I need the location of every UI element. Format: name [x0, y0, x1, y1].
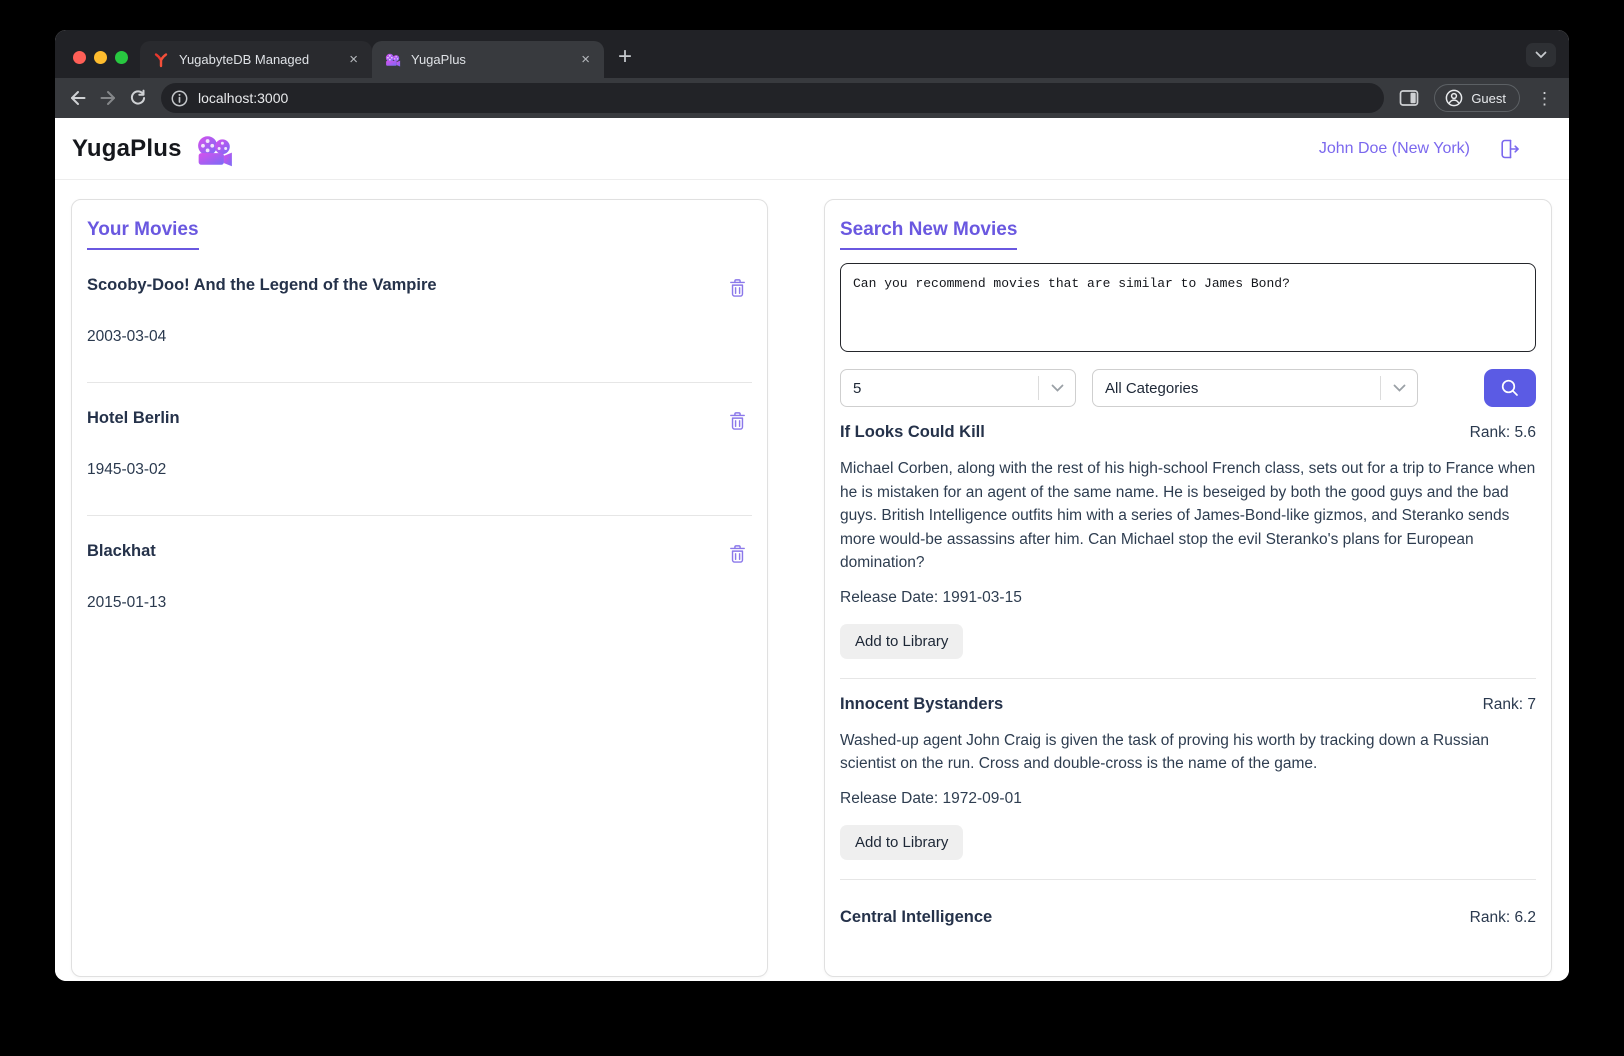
- profile-button[interactable]: Guest: [1434, 84, 1520, 112]
- search-title: Search New Movies: [840, 219, 1017, 250]
- tab-strip: YugabyteDB Managed × YugaPlus × +: [55, 30, 1569, 78]
- result-release-date: Release Date: 1972-09-01: [840, 790, 1536, 808]
- side-panel-icon: [1399, 89, 1419, 107]
- app-header: YugaPlus John Doe (New York): [55, 118, 1569, 180]
- list-item: Scooby-Doo! And the Legend of the Vampir…: [87, 250, 752, 383]
- reload-button[interactable]: [123, 83, 153, 113]
- projector-icon: [196, 135, 234, 167]
- result-title: If Looks Could Kill: [840, 423, 985, 442]
- info-icon: [170, 89, 189, 108]
- browser-menu-button[interactable]: ⋮: [1530, 86, 1559, 111]
- movie-title: Blackhat: [87, 542, 156, 561]
- tab-title: YugaPlus: [411, 52, 567, 67]
- list-item: Blackhat 2015-01-13: [87, 516, 752, 648]
- result-rank: Rank: 6.2: [1470, 909, 1536, 927]
- new-tab-button[interactable]: +: [618, 45, 632, 69]
- add-to-library-button[interactable]: Add to Library: [840, 825, 963, 860]
- search-query-input[interactable]: Can you recommend movies that are simila…: [840, 263, 1536, 352]
- result-rank: Rank: 5.6: [1470, 424, 1536, 442]
- search-button[interactable]: [1484, 369, 1536, 407]
- guest-icon: [1444, 88, 1464, 108]
- logout-icon: [1497, 137, 1521, 161]
- chevron-down-icon: [1393, 384, 1406, 393]
- result-release-date: Release Date: 1991-03-15: [840, 589, 1536, 607]
- search-result: Innocent Bystanders Rank: 7 Washed-up ag…: [840, 679, 1536, 880]
- trash-icon: [727, 276, 748, 299]
- close-icon[interactable]: ×: [577, 50, 594, 69]
- chevron-down-icon: [1535, 51, 1547, 59]
- category-select[interactable]: All Categories: [1092, 369, 1418, 407]
- tab-yugaplus[interactable]: YugaPlus ×: [372, 41, 604, 78]
- your-movies-panel: Your Movies Scooby-Doo! And the Legend o…: [71, 199, 768, 977]
- search-icon: [1499, 377, 1521, 399]
- movie-release-date: 1945-03-02: [87, 461, 752, 479]
- result-description: Michael Corben, along with the rest of h…: [840, 457, 1536, 575]
- library-title: Your Movies: [87, 219, 199, 250]
- trash-icon: [727, 409, 748, 432]
- back-icon: [68, 88, 88, 108]
- forward-button[interactable]: [93, 83, 123, 113]
- projector-icon: [385, 52, 401, 68]
- profile-label: Guest: [1471, 91, 1506, 106]
- reload-icon: [128, 88, 148, 108]
- zoom-window-button[interactable]: [115, 51, 128, 64]
- result-limit-value: 5: [853, 380, 861, 397]
- yugabyte-icon: [153, 52, 169, 68]
- tab-search-chevron-button[interactable]: [1526, 43, 1556, 67]
- tab-yugabytedb-managed[interactable]: YugabyteDB Managed ×: [140, 41, 372, 78]
- list-item: Hotel Berlin 1945-03: [87, 383, 752, 516]
- browser-toolbar: localhost:3000 Guest ⋮: [55, 78, 1569, 118]
- forward-icon: [98, 88, 118, 108]
- address-bar[interactable]: localhost:3000: [161, 83, 1384, 113]
- logout-button[interactable]: [1497, 137, 1521, 161]
- tab-title: YugabyteDB Managed: [179, 52, 335, 67]
- search-panel: Search New Movies Can you recommend movi…: [824, 199, 1552, 977]
- window-controls: [73, 51, 128, 64]
- result-description: Washed-up agent John Craig is given the …: [840, 729, 1536, 776]
- trash-icon: [727, 542, 748, 565]
- result-rank: Rank: 7: [1483, 696, 1536, 714]
- movie-release-date: 2015-01-13: [87, 594, 752, 612]
- add-to-library-button[interactable]: Add to Library: [840, 624, 963, 659]
- minimize-window-button[interactable]: [94, 51, 107, 64]
- search-result: Central Intelligence Rank: 6.2: [840, 880, 1536, 946]
- side-panel-button[interactable]: [1394, 83, 1424, 113]
- delete-movie-button[interactable]: [727, 409, 748, 432]
- result-title: Innocent Bystanders: [840, 695, 1003, 714]
- close-window-button[interactable]: [73, 51, 86, 64]
- result-title: Central Intelligence: [840, 908, 992, 927]
- main-content: Your Movies Scooby-Doo! And the Legend o…: [55, 180, 1569, 981]
- app-title: YugaPlus: [72, 135, 182, 163]
- back-button[interactable]: [63, 83, 93, 113]
- search-result: If Looks Could Kill Rank: 5.6 Michael Co…: [840, 407, 1536, 679]
- close-icon[interactable]: ×: [345, 50, 362, 69]
- result-limit-select[interactable]: 5: [840, 369, 1076, 407]
- movie-title: Hotel Berlin: [87, 409, 180, 428]
- delete-movie-button[interactable]: [727, 276, 748, 299]
- movie-title: Scooby-Doo! And the Legend of the Vampir…: [87, 276, 437, 295]
- url-text: localhost:3000: [198, 90, 288, 106]
- delete-movie-button[interactable]: [727, 542, 748, 565]
- browser-window: YugabyteDB Managed × YugaPlus × +: [55, 30, 1569, 981]
- user-profile-link[interactable]: John Doe (New York): [1319, 140, 1470, 158]
- category-value: All Categories: [1105, 380, 1198, 397]
- chevron-down-icon: [1051, 384, 1064, 393]
- movie-release-date: 2003-03-04: [87, 328, 752, 346]
- search-controls: 5 All Categories: [840, 369, 1536, 407]
